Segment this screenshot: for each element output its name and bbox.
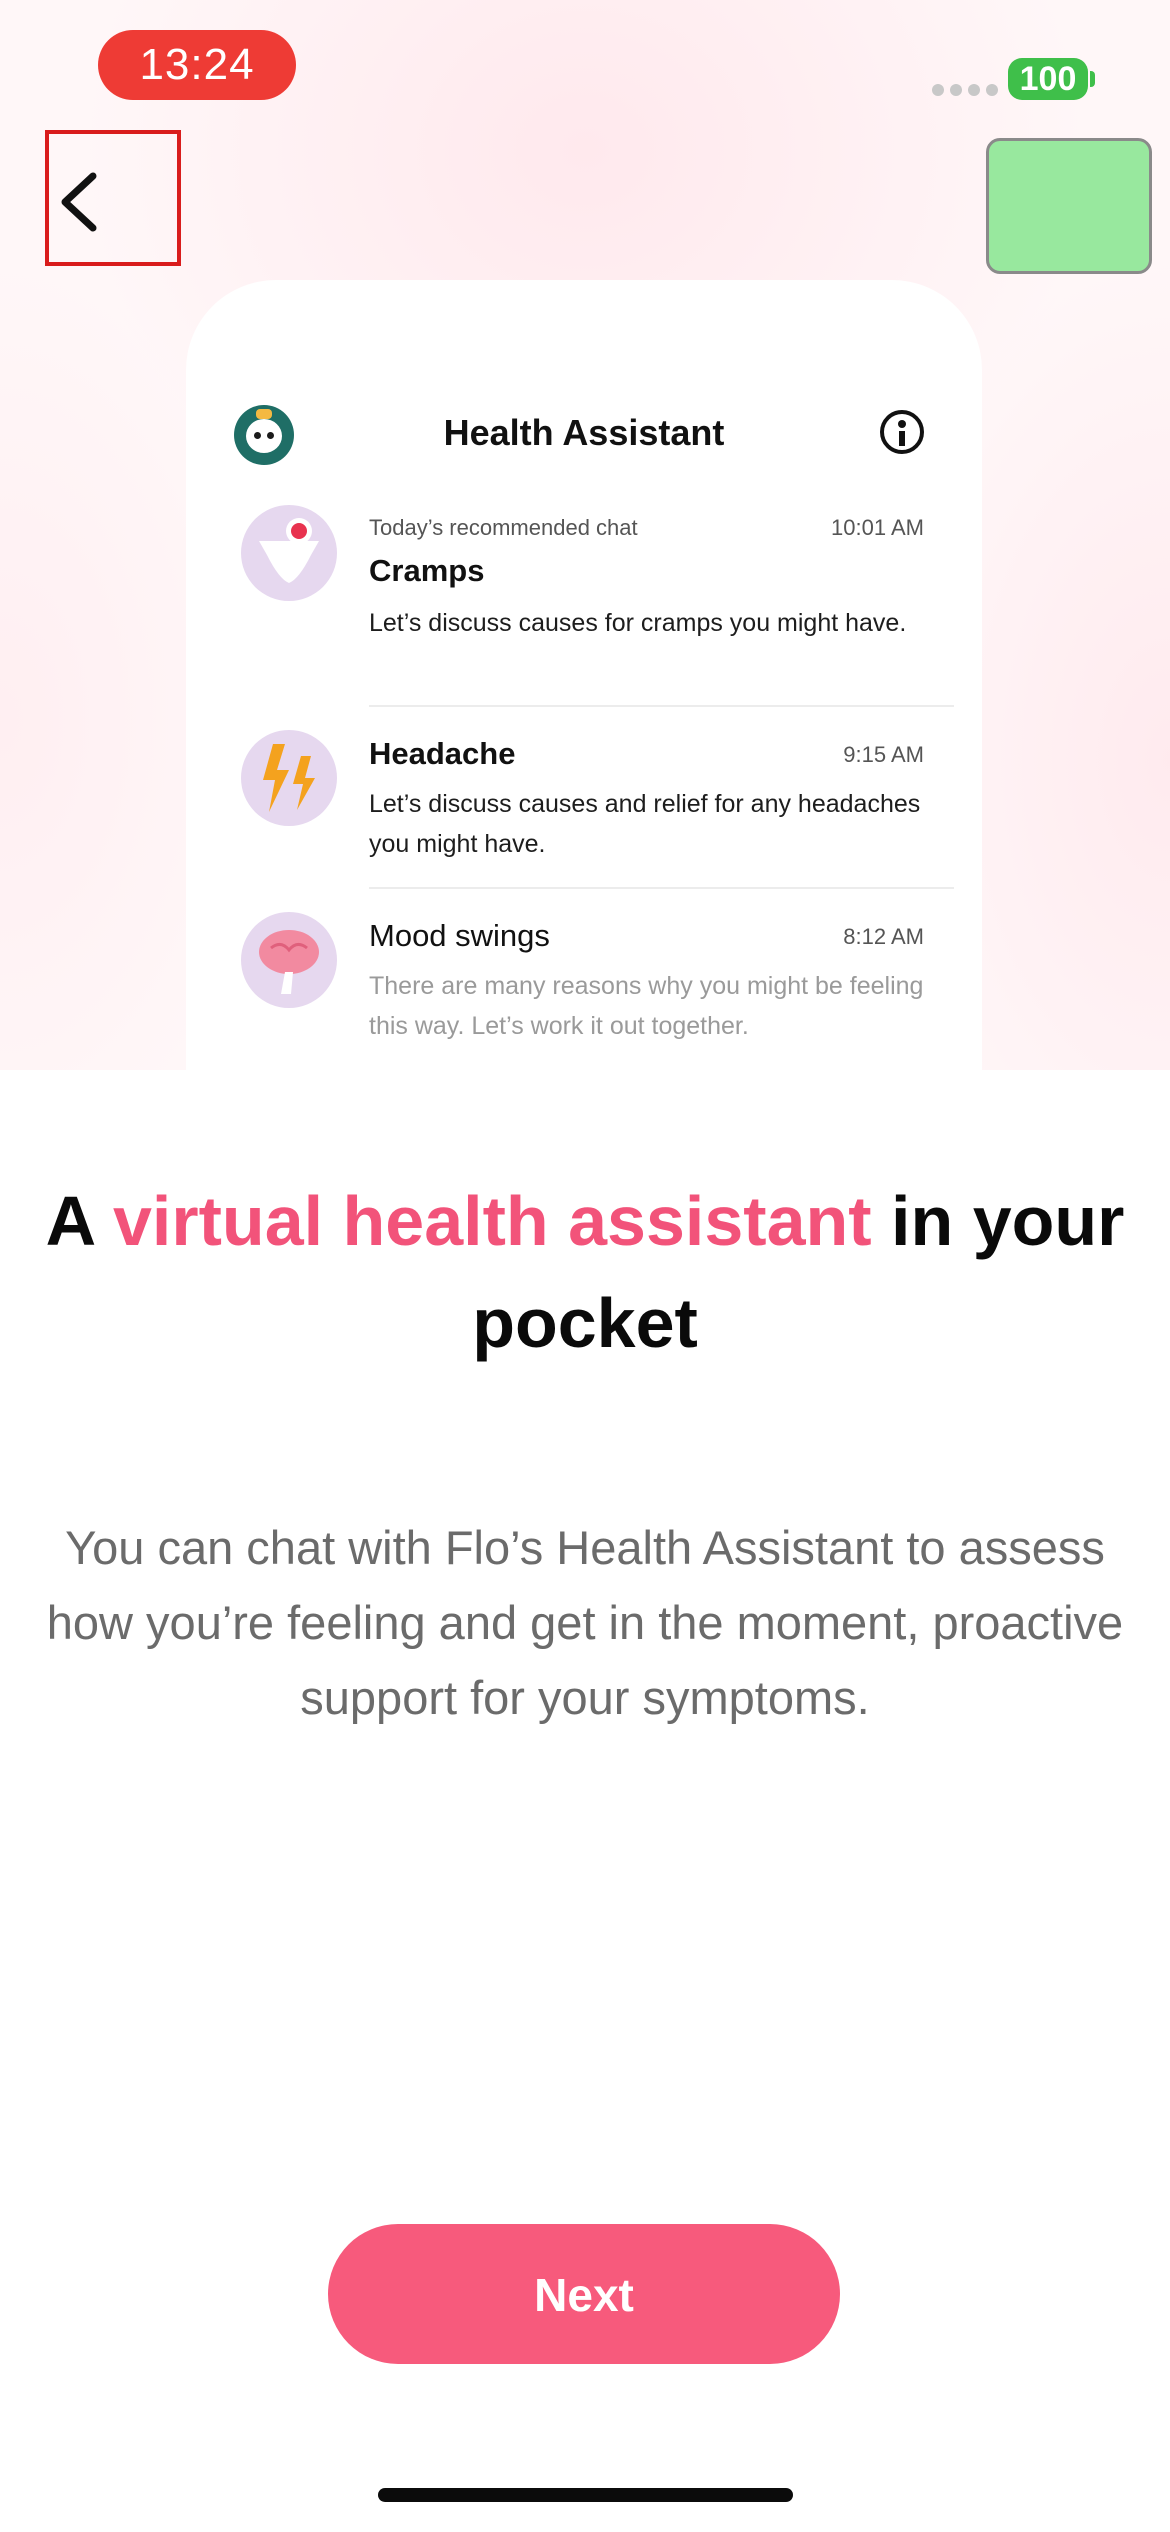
page-description: You can chat with Flo’s Health Assistant… [46,1521,1124,1724]
divider [369,705,954,707]
battery-icon: 100 [1008,58,1088,100]
chat-message: Let’s discuss causes for cramps you migh… [369,609,907,637]
chat-message: There are many reasons why you might be … [369,972,924,1040]
card-title: Health Assistant [443,412,725,453]
headache-icon [241,730,337,826]
chat-time: 10:01 AM [831,515,924,540]
chevron-left-icon [61,172,97,232]
status-time: 13:24 [98,30,296,100]
battery-tip [1090,71,1095,87]
chat-message: Let’s discuss causes and relief for any … [369,790,921,858]
chat-name: Cramps [369,553,485,588]
back-button[interactable] [45,130,181,266]
home-indicator[interactable] [378,2488,793,2502]
headline-accent: virtual health assistant [113,1182,872,1260]
info-icon[interactable] [880,410,924,454]
green-placeholder-box [986,138,1152,274]
next-button[interactable]: Next [328,2224,840,2364]
divider [369,887,954,889]
headline-text: A [45,1182,113,1260]
page-headline: A virtual health assistant in your pocke… [0,1170,1170,1374]
cramps-icon [241,505,337,601]
chat-time: 9:15 AM [843,742,924,767]
mood-swings-icon [241,912,337,1008]
chat-time: 8:12 AM [843,924,924,949]
assistant-preview-card: Health Assistant Today’s recommended cha… [186,280,982,1070]
signal-icon [932,84,998,96]
